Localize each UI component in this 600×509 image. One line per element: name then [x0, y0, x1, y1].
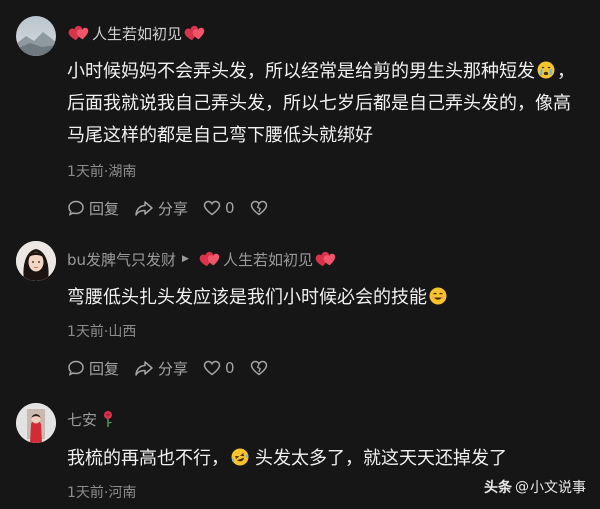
comment-author-name[interactable]: bu发脾气只发财: [67, 249, 176, 270]
comment-text-part-1: 弯腰低头扎头发应该是我们小时候必会的技能: [67, 287, 427, 308]
comment-actions: 回复 分享 0: [67, 357, 287, 379]
avatar[interactable]: [16, 403, 56, 443]
like-button[interactable]: 0: [203, 199, 235, 217]
comment-meta: 1天前·河南: [67, 485, 137, 501]
comment-text-part-1: 小时候妈妈不会弄头发，所以经常是给剪的男生头那种短发: [67, 61, 535, 82]
comment-text: 我梳的再高也不行， 头发太多了，就这天天还掉发了: [67, 443, 587, 475]
dislike-button[interactable]: [250, 199, 272, 217]
comment-author-name[interactable]: 人生若如初见: [92, 23, 182, 44]
share-button[interactable]: 分享: [134, 198, 188, 219]
laughing-tears-icon: [231, 445, 249, 466]
share-icon: [135, 361, 153, 376]
watermark-at: @: [515, 479, 529, 495]
avatar[interactable]: [16, 16, 56, 56]
share-label: 分享: [158, 199, 189, 218]
reply-button[interactable]: 回复: [67, 198, 119, 219]
broken-heart-icon: [250, 200, 267, 216]
share-icon: [135, 201, 153, 216]
comment-author-row: 人生若如初见: [66, 22, 208, 44]
heart-icon: [68, 25, 90, 41]
reply-to-name[interactable]: 人生若如初见: [223, 249, 313, 270]
avatar[interactable]: [16, 241, 56, 281]
watermark-brand: 头条: [484, 480, 512, 496]
dislike-button[interactable]: [250, 359, 272, 377]
like-count: 0: [225, 359, 235, 377]
rose-icon: [101, 410, 115, 428]
share-label: 分享: [158, 359, 189, 378]
heart-icon: [184, 25, 206, 41]
watermark-author: 小文说事: [530, 480, 586, 496]
reply-arrow-icon: ▶: [182, 254, 189, 264]
comment-text: 小时候妈妈不会弄头发，所以经常是给剪的男生头那种短发 ，后面我就说我自己弄头发，所…: [67, 56, 587, 152]
comment-text-part-2: 头发太多了，就这天天还掉发了: [255, 448, 507, 469]
reply-button[interactable]: 回复: [67, 358, 119, 379]
like-button[interactable]: 0: [203, 359, 235, 377]
comment-2: bu发脾气只发财 ▶ 人生若如初见 弯腰低头扎头发应该是我们小时候必会的技能 1…: [0, 232, 600, 392]
comment-meta: 1天前·山西: [67, 324, 137, 340]
reply-label: 回复: [89, 199, 120, 218]
heart-icon: [199, 251, 221, 267]
crying-face-icon: [537, 58, 555, 79]
heart-outline-icon: [203, 360, 221, 376]
comment-text-part-1: 我梳的再高也不行，: [67, 448, 229, 469]
reply-icon: [68, 360, 84, 376]
reply-label: 回复: [89, 359, 120, 378]
watermark: 头条 @ 小文说事: [484, 477, 586, 497]
share-button[interactable]: 分享: [134, 358, 188, 379]
comment-author-row: 七安: [67, 408, 115, 430]
smiling-face-icon: [429, 284, 447, 305]
comment-text: 弯腰低头扎头发应该是我们小时候必会的技能: [67, 282, 587, 314]
reply-icon: [68, 200, 84, 216]
like-count: 0: [225, 199, 235, 217]
broken-heart-icon: [250, 360, 267, 376]
comment-author-row: bu发脾气只发财 ▶ 人生若如初见: [67, 248, 339, 270]
comment-1: 人生若如初见 小时候妈妈不会弄头发，所以经常是给剪的男生头那种短发 ，后面我就说我…: [0, 0, 600, 225]
comment-meta: 1天前·湖南: [67, 164, 137, 180]
comment-actions: 回复 分享 0: [67, 197, 287, 219]
heart-icon: [315, 251, 337, 267]
comment-author-name[interactable]: 七安: [67, 409, 97, 430]
heart-outline-icon: [203, 200, 221, 216]
